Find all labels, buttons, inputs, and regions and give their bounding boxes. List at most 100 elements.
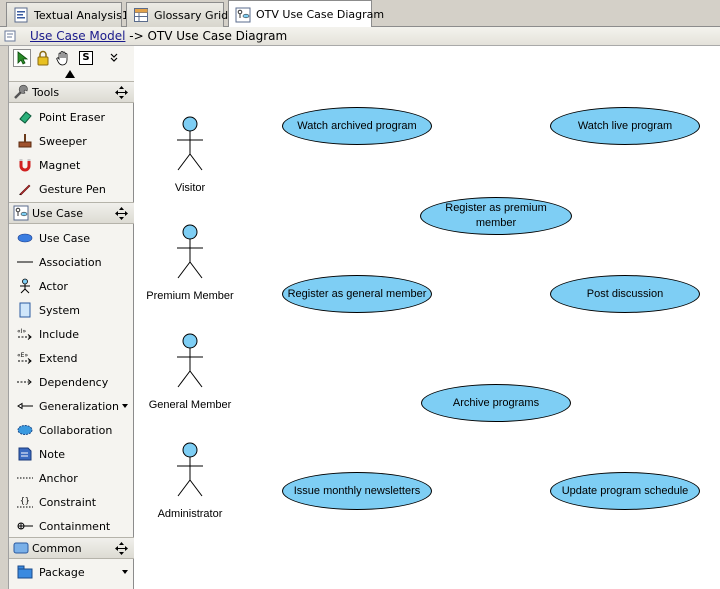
- palette-group-tools[interactable]: Tools: [9, 81, 134, 103]
- package-icon: [17, 564, 33, 580]
- dropdown-arrow-icon[interactable]: [122, 404, 128, 408]
- palette-group-use-case[interactable]: Use Case: [9, 202, 134, 224]
- use-case-label: Update program schedule: [561, 484, 689, 497]
- actor-label: Administrator: [157, 508, 223, 520]
- palette-group-label: Common: [32, 541, 82, 555]
- palette-item-sweeper[interactable]: Sweeper: [9, 130, 134, 152]
- move-handle-icon[interactable]: [115, 86, 128, 99]
- extend-icon: «E»: [17, 350, 33, 366]
- use-case-archive-programs[interactable]: Archive programs: [421, 384, 571, 422]
- dropdown-arrow-icon[interactable]: [122, 570, 128, 574]
- palette-item-use-case[interactable]: Use Case: [9, 227, 134, 249]
- palette-item-label: Association: [39, 255, 102, 269]
- textual-analysis-icon: [14, 7, 28, 23]
- note-icon: [17, 446, 33, 462]
- use-case-label: Issue monthly newsletters: [293, 484, 421, 497]
- palette-item-gesture-pen[interactable]: Gesture Pen: [9, 178, 134, 200]
- tab-label: Textual Analysis1: [34, 8, 129, 22]
- system-boundary-icon: [17, 302, 33, 318]
- actor-administrator[interactable]: Administrator: [145, 442, 235, 520]
- sweeper-icon: [17, 133, 33, 149]
- glossary-grid-icon: [134, 8, 148, 22]
- palette-item-label: Sweeper: [39, 134, 87, 148]
- use-case-label: Watch archived program: [297, 119, 417, 132]
- palette-group-common[interactable]: Common: [9, 537, 134, 559]
- palette-item-actor[interactable]: Actor: [9, 275, 134, 297]
- pen-icon: [17, 181, 33, 197]
- palette-item-label: Gesture Pen: [39, 182, 106, 196]
- palette-item-collaboration[interactable]: Collaboration: [9, 419, 134, 441]
- svg-text:«E»: «E»: [17, 352, 28, 359]
- tab-glossary-grid[interactable]: Glossary Grid: [126, 2, 228, 27]
- eraser-icon: [17, 109, 33, 125]
- palette-item-label: Note: [39, 447, 66, 461]
- palette-item-label: Constraint: [39, 495, 97, 509]
- use-case-watch-archived-program[interactable]: Watch archived program: [282, 107, 432, 145]
- diagram-canvas[interactable]: Visitor Premium Member General Member Ad…: [135, 46, 720, 589]
- palette-item-label: System: [39, 303, 81, 317]
- generalization-arrow-icon: [17, 398, 33, 414]
- anchor-line-icon: [17, 470, 33, 486]
- use-case-register-as-general-member[interactable]: Register as general member: [282, 275, 432, 313]
- palette-item-label: Extend: [39, 351, 78, 365]
- palette-item-label: Package: [39, 565, 85, 579]
- breadcrumb-use-case-model-link[interactable]: Use Case Model: [30, 29, 125, 43]
- tab-textual-analysis[interactable]: Textual Analysis1: [6, 2, 129, 27]
- palette-item-constraint[interactable]: {} Constraint: [9, 491, 134, 513]
- move-handle-icon[interactable]: [115, 542, 128, 555]
- use-case-diagram-icon: [13, 205, 29, 221]
- selector-button[interactable]: [13, 49, 31, 67]
- use-case-issue-monthly-newsletters[interactable]: Issue monthly newsletters: [282, 472, 432, 510]
- tab-label: Glossary Grid: [154, 8, 229, 22]
- double-chevron-down-icon: [110, 53, 118, 62]
- palette-gutter: [0, 46, 8, 589]
- selection-tool-bar: S: [9, 46, 134, 81]
- actor-stick-figure-icon: [177, 333, 203, 388]
- palette-item-dependency[interactable]: Dependency: [9, 371, 134, 393]
- palette-item-containment[interactable]: Containment: [9, 515, 134, 537]
- diagram-navigator-icon: [4, 30, 16, 42]
- tools-icon: [14, 84, 28, 99]
- palette-item-label: Generalization: [39, 399, 119, 413]
- actor-stick-figure-icon: [177, 442, 203, 497]
- palette-item-generalization[interactable]: Generalization: [9, 395, 134, 417]
- palette-item-anchor[interactable]: Anchor: [9, 467, 134, 489]
- palette-item-package[interactable]: Package: [9, 561, 134, 583]
- hand-button[interactable]: [54, 49, 72, 67]
- breadcrumb: Use Case Model -> OTV Use Case Diagram: [0, 27, 720, 46]
- actor-general-member[interactable]: General Member: [145, 333, 235, 411]
- palette-item-system[interactable]: System: [9, 299, 134, 321]
- palette-item-label: Dependency: [39, 375, 109, 389]
- tab-otv-use-case-diagram[interactable]: OTV Use Case Diagram: [228, 0, 384, 28]
- actor-stick-figure-icon: [177, 224, 203, 279]
- selected-tool-indicator-icon: [65, 70, 75, 78]
- more-tools-button[interactable]: [105, 49, 123, 67]
- palette-item-magnet[interactable]: Magnet: [9, 154, 134, 176]
- use-case-register-as-premium-member[interactable]: Register as premium member: [420, 197, 572, 235]
- arrow-pointer-icon: [17, 51, 28, 65]
- collaboration-icon: [17, 422, 33, 438]
- palette-item-include[interactable]: «I» Include: [9, 323, 134, 345]
- palette-group-label: Use Case: [32, 206, 83, 220]
- palette-item-label: Magnet: [39, 158, 81, 172]
- use-case-post-discussion[interactable]: Post discussion: [550, 275, 700, 313]
- use-case-update-program-schedule[interactable]: Update program schedule: [550, 472, 700, 510]
- sweeper-s-button[interactable]: S: [77, 49, 95, 67]
- association-line-icon: [17, 254, 33, 270]
- palette-item-point-eraser[interactable]: Point Eraser: [9, 106, 134, 128]
- palette-item-note[interactable]: Note: [9, 443, 134, 465]
- palette-item-label: Collaboration: [39, 423, 113, 437]
- s-box-icon: S: [79, 51, 93, 65]
- palette-item-extend[interactable]: «E» Extend: [9, 347, 134, 369]
- palette-item-association[interactable]: Association: [9, 251, 134, 273]
- constraint-icon: {}: [17, 494, 33, 510]
- use-case-label: Register as general member: [287, 287, 427, 300]
- actor-premium-member[interactable]: Premium Member: [145, 224, 235, 302]
- lock-button[interactable]: [34, 49, 52, 67]
- actor-visitor[interactable]: Visitor: [145, 116, 235, 194]
- tab-label: OTV Use Case Diagram: [256, 8, 385, 21]
- move-handle-icon[interactable]: [115, 207, 128, 220]
- use-case-label: Register as premium member: [445, 202, 547, 229]
- use-case-watch-live-program[interactable]: Watch live program: [550, 107, 700, 145]
- magnet-icon: [17, 157, 33, 173]
